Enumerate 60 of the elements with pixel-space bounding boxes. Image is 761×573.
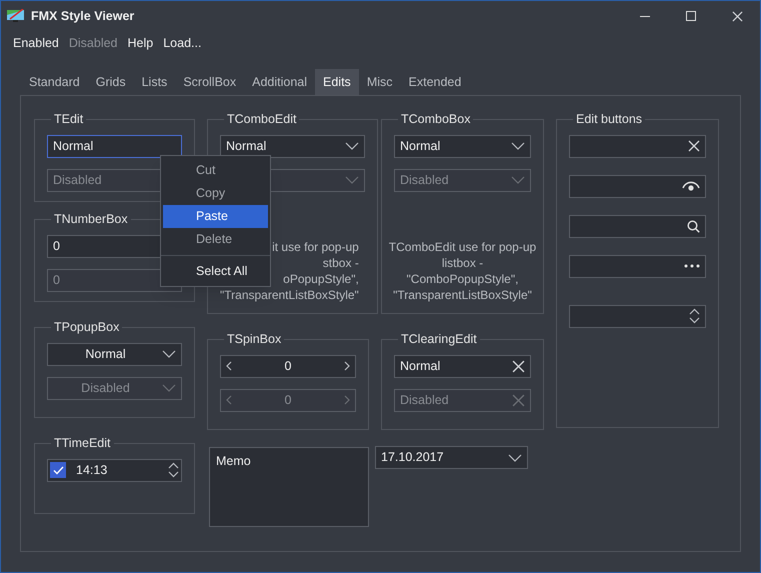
group-title: TComboEdit	[226, 111, 298, 128]
input-field[interactable]: Normal	[394, 354, 531, 378]
input-field[interactable]	[569, 214, 706, 238]
chevron-down-icon	[511, 176, 525, 184]
chevron-down-icon	[511, 142, 525, 150]
group-title: TNumberBox	[53, 211, 129, 228]
group-title: TEdit	[53, 111, 84, 128]
tab[interactable]: ScrollBox	[175, 69, 244, 95]
search-icon[interactable]	[687, 220, 700, 233]
note-line: oPopupStyle",	[283, 270, 359, 287]
maximize-icon[interactable]	[686, 11, 696, 21]
group-title: TSpinBox	[226, 331, 282, 348]
spin-box[interactable]: 0	[220, 354, 356, 378]
window-title: FMX Style Viewer	[31, 8, 134, 25]
input-field[interactable]: Normal	[47, 134, 182, 158]
checkmark-icon	[52, 466, 64, 475]
chevron-right-icon[interactable]	[344, 361, 350, 372]
tab[interactable]: Misc	[358, 69, 401, 95]
group-title: TTimeEdit	[53, 435, 112, 452]
menu-item[interactable]: Enabled	[13, 34, 59, 52]
group-title: TComboBox	[400, 111, 472, 128]
input-field[interactable]	[569, 134, 706, 158]
input-field[interactable]	[569, 254, 706, 278]
group-title: Edit buttons	[575, 111, 644, 128]
spin-arrows-icon[interactable]	[168, 462, 179, 478]
ellipsis-icon[interactable]	[684, 264, 700, 268]
tab[interactable]: Edits	[315, 69, 359, 95]
context-menu-item[interactable]: Paste	[163, 205, 268, 228]
time-value: 14:13	[76, 462, 108, 479]
tab[interactable]: Standard	[21, 69, 88, 95]
chevron-down-icon	[344, 176, 359, 184]
input-field[interactable]	[569, 304, 706, 328]
tab[interactable]: Extended	[400, 69, 470, 95]
eye-icon[interactable]	[682, 180, 700, 192]
combo-box[interactable]: Normal	[394, 134, 531, 158]
note-line: it use for pop-up	[272, 238, 359, 255]
note-text: TComboEdit use for pop-up listbox - "ComboPopupStyle", "TransparentListBoxStyle"	[388, 238, 538, 303]
tab[interactable]: Additional	[244, 69, 316, 95]
chevron-down-icon	[162, 384, 176, 392]
app-logo-icon	[7, 9, 25, 23]
popup-box[interactable]: Normal	[47, 342, 182, 366]
tab[interactable]: Grids	[88, 69, 134, 95]
chevron-down-icon	[162, 350, 176, 358]
combo-box[interactable]: Normal	[220, 134, 365, 158]
time-field[interactable]: 14:13	[47, 458, 182, 482]
spin-arrows-icon[interactable]	[689, 308, 700, 324]
chevron-down-icon	[508, 454, 522, 462]
menu-item[interactable]: Load...	[163, 34, 202, 52]
checkbox[interactable]	[50, 462, 66, 478]
date-field[interactable]: 17.10.2017	[375, 446, 528, 469]
input-field[interactable]	[569, 174, 706, 198]
chevron-left-icon[interactable]	[226, 361, 232, 372]
note-line: stbox -	[322, 254, 359, 271]
tab[interactable]: Lists	[134, 69, 176, 95]
menu-item[interactable]: Help	[128, 34, 154, 52]
group-title: TPopupBox	[53, 319, 120, 336]
group-title: TClearingEdit	[400, 331, 478, 348]
memo-field[interactable]: Memo	[209, 447, 369, 527]
note-line: "TransparentListBoxStyle"	[220, 286, 359, 303]
chevron-down-icon	[344, 142, 359, 150]
